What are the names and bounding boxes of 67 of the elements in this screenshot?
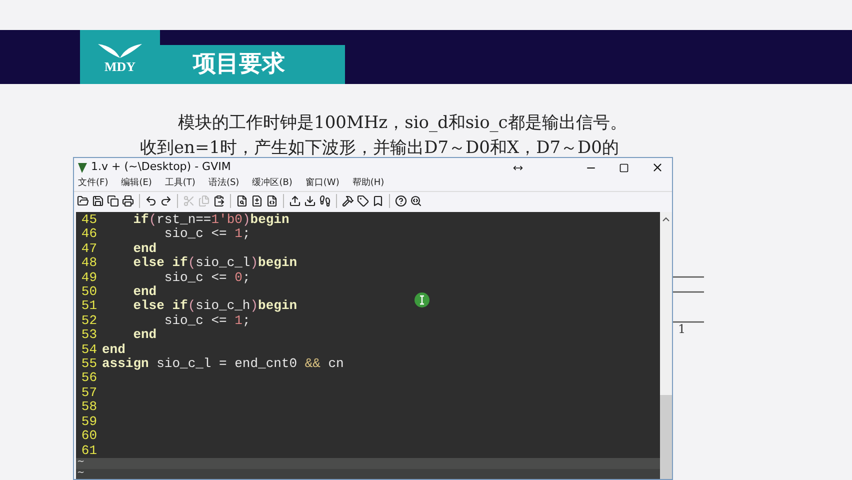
undo-icon[interactable] xyxy=(145,195,157,207)
menu-item[interactable]: 语法(S) xyxy=(208,177,240,191)
code-line: end xyxy=(132,242,157,256)
code-line: sio_c <= 1; xyxy=(163,314,250,328)
scrollbar-thumb[interactable] xyxy=(660,395,672,479)
empty-line-marker: ~ xyxy=(76,469,85,478)
code-line: assign sio_c_l = end_cnt0 && cn xyxy=(102,357,344,372)
line-number: 59 xyxy=(80,414,98,430)
line-number: 53 xyxy=(80,328,98,343)
line-number: 58 xyxy=(80,400,98,415)
download-icon[interactable] xyxy=(304,195,316,207)
mouse-cursor-icon xyxy=(414,292,430,308)
code-line: sio_c <= 1; xyxy=(163,227,250,242)
line-number: 60 xyxy=(80,429,98,444)
line-number: 46 xyxy=(80,227,98,242)
empty-line-marker: ~ xyxy=(76,458,85,467)
menu-item[interactable]: 工具(T) xyxy=(164,177,196,191)
paragraph-line: 模块的工作时钟是100MHz，sio_d和sio_c都是输出信号。 xyxy=(177,112,628,134)
code-line: sio_c <= 0; xyxy=(163,270,250,286)
line-number: 47 xyxy=(80,242,98,256)
help-icon[interactable] xyxy=(395,195,407,207)
line-number: 49 xyxy=(80,270,98,286)
redo-icon[interactable] xyxy=(160,195,172,207)
slide-title: 项目要求 xyxy=(193,50,285,80)
maximize-icon[interactable] xyxy=(619,162,629,172)
line-number: 52 xyxy=(80,314,98,328)
paste-icon[interactable] xyxy=(213,195,225,207)
line-number: 48 xyxy=(80,256,98,271)
line-number: 54 xyxy=(80,342,98,358)
code-line: end xyxy=(102,342,126,358)
waveform-label: 1 xyxy=(678,321,686,338)
scroll-up-icon[interactable] xyxy=(662,216,670,222)
scrollbar[interactable] xyxy=(660,212,672,479)
waveform-fragment-drawing xyxy=(673,276,705,324)
menu-item[interactable]: 缓冲区(B) xyxy=(252,177,292,191)
code-line: else if(sio_c_l)begin xyxy=(132,256,298,271)
menu-item[interactable]: 编辑(E) xyxy=(121,177,152,191)
open-icon[interactable] xyxy=(77,195,89,207)
line-number: 50 xyxy=(80,285,98,300)
upload-icon[interactable] xyxy=(289,195,301,207)
line-number: 45 xyxy=(80,213,98,228)
line-number: 61 xyxy=(80,444,98,458)
logo-text: MDY xyxy=(104,60,136,72)
close-icon[interactable] xyxy=(651,161,664,174)
paragraph-line: 收到en=1时，产生如下波形，并输出D7～D0和X，D7～D0的 xyxy=(139,137,620,159)
tag-icon[interactable] xyxy=(357,195,369,207)
line-number: 55 xyxy=(80,357,98,372)
code-line: else if(sio_c_h)begin xyxy=(132,299,298,314)
line-number: 56 xyxy=(80,371,98,386)
find-icon[interactable] xyxy=(236,195,248,207)
menu-item[interactable]: 窗口(W) xyxy=(305,177,340,191)
code-line: end xyxy=(132,328,157,343)
line-number: 51 xyxy=(80,299,98,314)
hammer-icon[interactable] xyxy=(342,195,354,207)
bookmark-icon[interactable] xyxy=(372,195,384,207)
menu-item[interactable]: 文件(F) xyxy=(78,177,108,191)
code-line: if(rst_n==1'b0)begin xyxy=(132,213,290,228)
save-icon[interactable] xyxy=(92,195,104,207)
search-icon[interactable] xyxy=(410,195,422,207)
menu-item[interactable]: 帮助(H) xyxy=(352,177,384,191)
line-number: 57 xyxy=(80,386,98,400)
print-icon[interactable] xyxy=(122,195,134,207)
code-line: end xyxy=(132,285,157,300)
code-editor[interactable]: 45 if(rst_n==1'b0)begin 46 sio_c <= 1; 47 end 48 else if(sio_c_l)begin 49 sio_c <= 0; 50 end 51 else if(sio_c_h)begin 52 sio_c <= 1; 53 end 54 end 55 assign sio_c_l = end_cnt0 && cn 56 57 58 59 60 61 xyxy=(76,212,660,458)
wings-logo-icon xyxy=(97,42,143,60)
window-title: 1.v + (~\Desktop) - GVIM xyxy=(91,159,231,176)
vim-logo-icon xyxy=(77,162,88,174)
